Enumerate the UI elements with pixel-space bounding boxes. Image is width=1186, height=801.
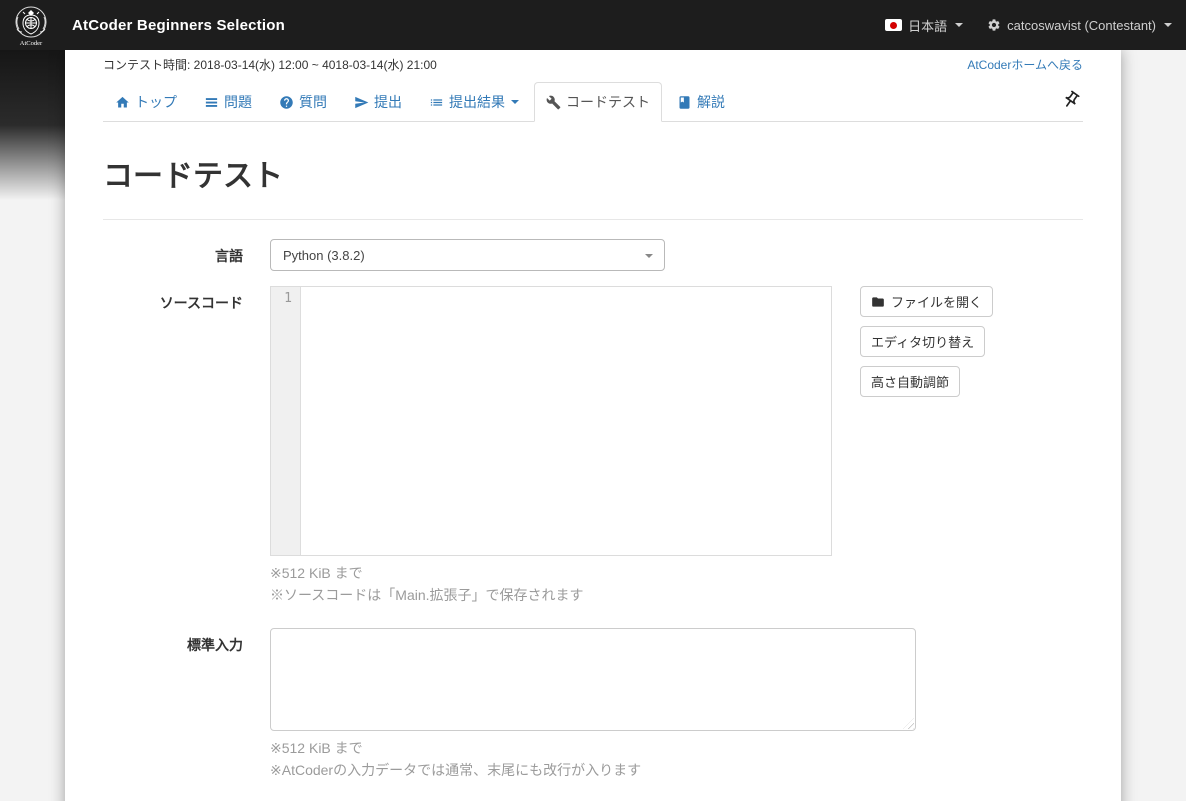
contest-time: コンテスト時間: 2018-03-14(水) 12:00 ~ 4018-03-1… <box>103 58 437 72</box>
language-row: 言語 Python (3.8.2) <box>103 239 1083 271</box>
page-title: コードテスト <box>103 160 283 193</box>
atcoder-logo-icon: AtCoder <box>8 2 54 48</box>
home-icon <box>116 96 129 107</box>
contest-bar: コンテスト時間: 2018-03-14(水) 12:00 ~ 4018-03-1… <box>103 50 1083 73</box>
stdin-row: 標準入力 ※512 KiB まで ※AtCoderの入力データでは通常、末尾にも… <box>103 628 1083 781</box>
button-label: ファイルを開く <box>891 295 983 310</box>
gear-icon <box>988 19 1000 31</box>
language-label: 言語 <box>215 248 243 264</box>
tab-label: 質問 <box>299 94 327 110</box>
language-select[interactable]: Python (3.8.2) <box>270 239 665 271</box>
note-trailing-newline: ※AtCoderの入力データでは通常、末尾にも改行が入ります <box>270 762 642 778</box>
navbar-right: 日本語 catcoswavist (Contestant) <box>885 16 1172 35</box>
tab-label: トップ <box>135 94 177 110</box>
svg-text:AtCoder: AtCoder <box>20 40 43 47</box>
tab-label: 解説 <box>697 94 725 110</box>
note-size-limit: ※512 KiB まで <box>270 565 363 581</box>
tab-problems[interactable]: 問題 <box>192 82 264 122</box>
tab-label: 提出結果 <box>449 94 505 110</box>
stdin-notes: ※512 KiB まで ※AtCoderの入力データでは通常、末尾にも改行が入り… <box>270 737 1083 781</box>
back-to-home-link[interactable]: AtCoderホームへ戻る <box>967 56 1083 73</box>
tab-results[interactable]: 提出結果 <box>417 82 531 122</box>
tab-top[interactable]: トップ <box>103 82 189 122</box>
chevron-down-icon <box>955 23 964 27</box>
chevron-down-icon <box>1164 23 1172 27</box>
japan-flag-icon <box>885 19 903 31</box>
list-icon <box>430 98 443 106</box>
language-dropdown[interactable]: 日本語 <box>885 16 964 35</box>
line-number: 1 <box>284 291 292 306</box>
stdin-label: 標準入力 <box>187 637 243 653</box>
navbar-brand: AtCoder Beginners Selection <box>72 16 285 34</box>
source-label: ソースコード <box>159 295 243 311</box>
wrench-icon <box>546 95 561 109</box>
source-notes: ※512 KiB まで ※ソースコードは「Main.拡張子」で保存されます <box>270 562 1083 606</box>
tab-label: 提出 <box>374 94 402 110</box>
main-container: コンテスト時間: 2018-03-14(水) 12:00 ~ 4018-03-1… <box>65 50 1121 801</box>
user-dropdown[interactable]: catcoswavist (Contestant) <box>987 18 1172 33</box>
line-number-gutter: 1 <box>271 287 301 555</box>
divider <box>103 219 1083 220</box>
auto-height-button[interactable]: 高さ自動調節 <box>860 366 961 397</box>
open-file-button[interactable]: ファイルを開く <box>860 286 994 317</box>
note-size-limit: ※512 KiB まで <box>270 740 363 756</box>
tab-label: 問題 <box>224 94 252 110</box>
chevron-down-icon <box>645 254 653 258</box>
folder-open-icon <box>872 296 884 307</box>
code-input[interactable] <box>301 287 831 555</box>
book-icon <box>679 95 690 109</box>
language-label: 日本語 <box>908 18 948 34</box>
tab-code-test[interactable]: コードテスト <box>534 82 662 122</box>
navbar: AtCoder AtCoder Beginners Selection 日本語 … <box>0 0 1186 50</box>
brand-link[interactable]: AtCoder AtCoder Beginners Selection <box>8 0 285 50</box>
language-selected-value: Python (3.8.2) <box>283 247 365 263</box>
stdin-textarea[interactable] <box>270 628 916 731</box>
button-label: 高さ自動調節 <box>871 375 950 390</box>
tab-questions[interactable]: 質問 <box>267 82 339 122</box>
paper-plane-icon <box>355 96 369 108</box>
source-row: ソースコード 1 ファイルを開く エディタ切り替え 高さ自動調節 ※512 Ki… <box>103 286 1083 606</box>
chevron-down-icon <box>511 100 519 104</box>
tab-label: コードテスト <box>566 94 650 110</box>
code-editor[interactable]: 1 <box>270 286 832 556</box>
list-lines-icon <box>205 97 218 107</box>
button-label: エディタ切り替え <box>871 335 975 350</box>
note-filename: ※ソースコードは「Main.拡張子」で保存されます <box>270 587 584 603</box>
background-gradient <box>0 50 65 200</box>
user-label: catcoswavist (Contestant) <box>1007 17 1156 33</box>
tab-bar: トップ 問題 質問 提出 提出結果 コードテスト 解説 <box>103 82 1083 122</box>
toggle-editor-button[interactable]: エディタ切り替え <box>860 326 986 357</box>
tab-submit[interactable]: 提出 <box>342 82 414 122</box>
question-circle-icon <box>280 95 293 109</box>
editor-buttons: ファイルを開く エディタ切り替え 高さ自動調節 <box>860 286 994 556</box>
tab-editorial[interactable]: 解説 <box>665 82 737 122</box>
